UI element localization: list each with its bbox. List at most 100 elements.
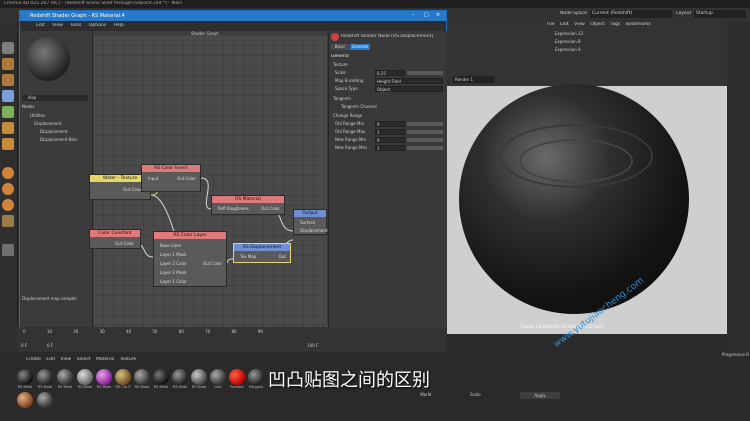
tree-item[interactable]: Displacement: [34, 121, 62, 126]
node-output[interactable]: Output Surface Displacement: [293, 209, 328, 235]
node-canvas[interactable]: Water - Texture Out Color RS Color Inver…: [89, 35, 328, 327]
menu-texture[interactable]: Texture: [120, 357, 136, 362]
apply-button[interactable]: Apply: [520, 392, 560, 399]
port-out[interactable]: Out Color: [123, 187, 142, 192]
port-out[interactable]: Out Color: [261, 206, 280, 211]
node-rs-displacement[interactable]: RS Displacement Tex Map Out: [233, 243, 291, 263]
old-range-min-field[interactable]: 0: [375, 121, 405, 127]
node-color-constant[interactable]: Color Constant Out Color: [89, 229, 141, 249]
menu-view[interactable]: View: [574, 22, 585, 27]
port-out[interactable]: Out Color: [115, 241, 134, 246]
port-out[interactable]: Out Color: [203, 261, 222, 266]
redshift-render-icon[interactable]: [2, 183, 14, 195]
menu-file[interactable]: File: [547, 22, 555, 27]
new-range-max-field[interactable]: 1: [375, 145, 405, 151]
port-in[interactable]: Input: [148, 176, 158, 181]
material-swatch[interactable]: [37, 392, 53, 408]
port-in[interactable]: Tex Map: [240, 254, 256, 259]
menu-options[interactable]: Options: [89, 23, 106, 28]
material-swatch[interactable]: [77, 369, 93, 385]
tab-basic[interactable]: Basic: [331, 44, 349, 50]
snap-icon[interactable]: [2, 244, 14, 256]
material-swatch[interactable]: [17, 369, 33, 385]
spline-icon[interactable]: [2, 74, 14, 86]
node-rs-material[interactable]: RS Material Refl Roughness Out Color: [211, 195, 285, 215]
port-out[interactable]: Out Color: [177, 176, 196, 181]
object-row[interactable]: Expression.8: [555, 39, 581, 44]
port-out[interactable]: Out: [279, 254, 286, 259]
frame-start[interactable]: 0 F: [21, 343, 27, 348]
menu-material[interactable]: Material: [96, 357, 114, 362]
menu-tags[interactable]: Tags: [610, 22, 620, 27]
redshift-icon[interactable]: [2, 167, 14, 179]
scale-field[interactable]: 0.25: [375, 70, 405, 76]
tree-item[interactable]: Utilities: [30, 113, 45, 118]
port-layer1-mask[interactable]: Layer 1 Mask: [160, 252, 187, 257]
node-space-select[interactable]: Current (Redshift): [590, 10, 672, 18]
shader-graph-titlebar[interactable]: Redshift Shader Graph - RS Material.4 – …: [20, 11, 446, 21]
old-range-max-field[interactable]: 1: [375, 129, 405, 135]
layout-select[interactable]: Startup: [694, 10, 746, 18]
material-icon[interactable]: [2, 215, 14, 227]
object-row[interactable]: Expression.13: [555, 31, 583, 36]
material-swatch[interactable]: [191, 369, 207, 385]
material-swatch[interactable]: [115, 369, 131, 385]
old-range-max-slider[interactable]: [407, 130, 443, 134]
timeline[interactable]: 0 10 20 30 40 50 60 70 80 90 0 F 0 F 140…: [17, 327, 447, 352]
material-swatch[interactable]: [229, 369, 245, 385]
coord-world-select[interactable]: World: [420, 392, 431, 397]
group-change-range[interactable]: Change Range: [333, 113, 362, 118]
undo-icon[interactable]: [2, 42, 14, 54]
nurbs-icon[interactable]: [2, 90, 14, 102]
object-row[interactable]: Expression.9: [555, 47, 581, 52]
node-search-input[interactable]: disp: [22, 95, 88, 101]
map-encoding-select[interactable]: Height Field: [375, 78, 443, 84]
tree-item[interactable]: Displacement: [40, 129, 68, 134]
material-swatch[interactable]: [153, 369, 169, 385]
new-range-min-field[interactable]: 0: [375, 137, 405, 143]
node-color-layer[interactable]: RS Color Layer Base Color Layer 1 Mask L…: [153, 231, 227, 287]
material-swatch[interactable]: [17, 392, 33, 408]
minimize-icon[interactable]: –: [412, 12, 415, 18]
light-icon[interactable]: [2, 138, 14, 150]
group-texture[interactable]: Texture: [333, 62, 348, 67]
material-swatch[interactable]: [248, 369, 264, 385]
close-icon[interactable]: ×: [436, 12, 440, 18]
material-swatch[interactable]: [134, 369, 150, 385]
new-range-min-slider[interactable]: [407, 138, 443, 142]
render-viewport[interactable]: Render 1 Frame: 03 2020-04-13 18:04:52 (…: [447, 62, 727, 334]
menu-select[interactable]: Select: [77, 357, 91, 362]
port-layer1-color[interactable]: Layer 1 Color: [160, 279, 187, 284]
menu-edit[interactable]: Edit: [560, 22, 569, 27]
material-swatch[interactable]: [37, 369, 53, 385]
scale-slider[interactable]: [407, 71, 443, 75]
tree-item[interactable]: Displacement Blen: [40, 137, 78, 142]
space-type-select[interactable]: Object: [375, 86, 443, 92]
node-color-invert[interactable]: RS Color Invert Input Out Color: [141, 164, 201, 192]
deformer-icon[interactable]: [2, 106, 14, 118]
frame-current[interactable]: 0 F: [47, 343, 53, 348]
group-tangents[interactable]: Tangents: [333, 96, 351, 101]
menu-edit[interactable]: Edit: [46, 357, 55, 362]
material-swatch[interactable]: [172, 369, 188, 385]
renderer-select[interactable]: Render 1: [453, 76, 495, 83]
port-base-color[interactable]: Base Color: [160, 243, 181, 248]
maximize-icon[interactable]: □: [424, 12, 429, 18]
port-layer2-mask[interactable]: Layer 2 Mask: [160, 270, 187, 275]
port-displacement[interactable]: Displacement: [300, 228, 328, 233]
cube-icon[interactable]: [2, 58, 14, 70]
port-in[interactable]: Refl Roughness: [218, 206, 249, 211]
menu-object[interactable]: Object: [590, 22, 605, 27]
shader-graph-window[interactable]: Redshift Shader Graph - RS Material.4 – …: [19, 10, 447, 327]
frame-end[interactable]: 140 F: [307, 343, 318, 348]
menu-view[interactable]: View: [61, 357, 72, 362]
material-swatch[interactable]: [57, 369, 73, 385]
menu-bookmarks[interactable]: Bookmarks: [626, 22, 651, 27]
menu-create[interactable]: Create: [26, 357, 41, 362]
redshift-ipr-icon[interactable]: [2, 199, 14, 211]
material-swatch[interactable]: [210, 369, 226, 385]
menu-tools[interactable]: Tools: [70, 23, 81, 28]
port-surface[interactable]: Surface: [300, 220, 315, 225]
coord-scale-select[interactable]: Scale: [470, 392, 481, 397]
tab-general[interactable]: General: [350, 44, 370, 50]
